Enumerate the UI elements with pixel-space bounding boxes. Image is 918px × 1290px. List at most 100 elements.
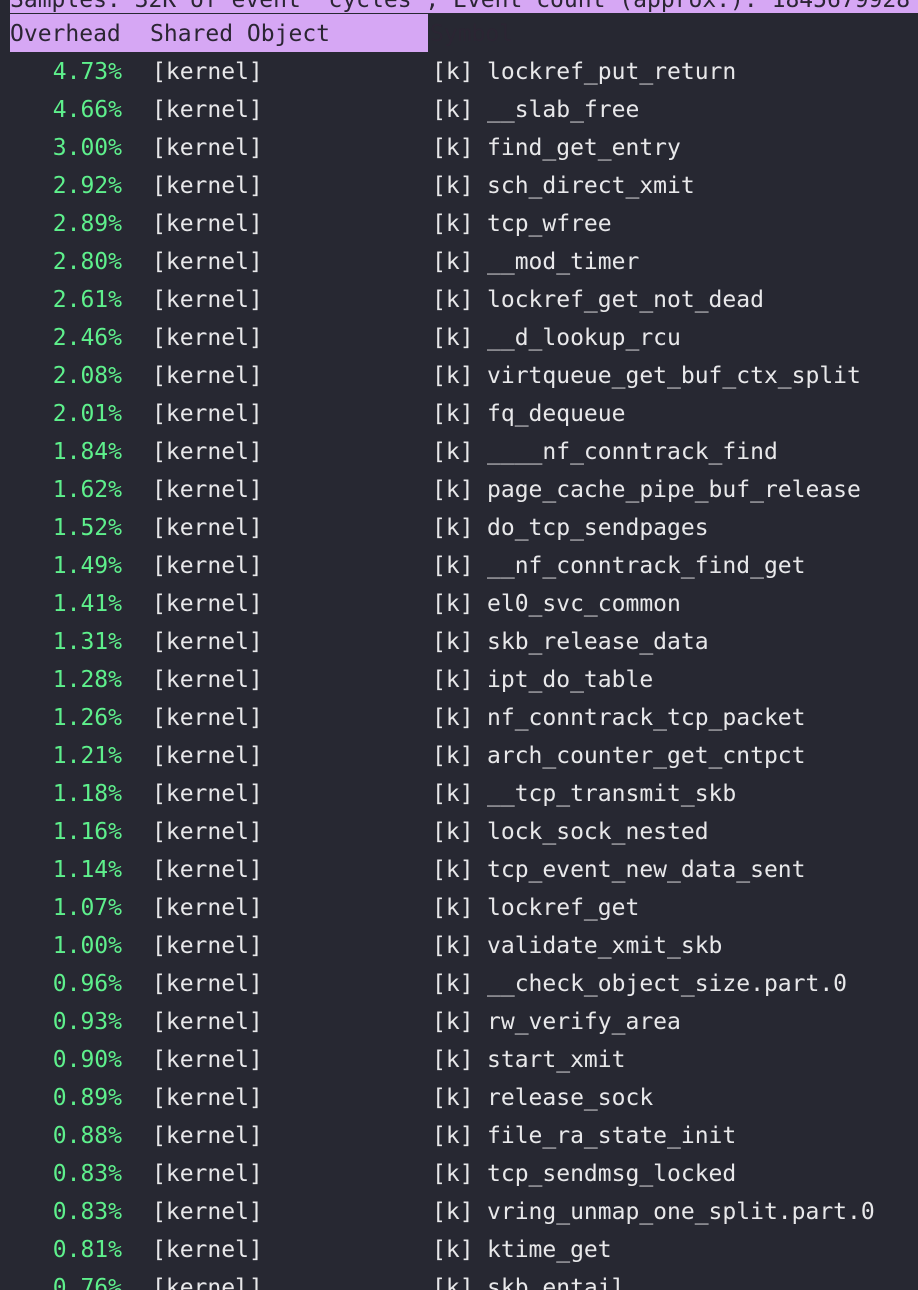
symbol-kind: [k] — [432, 1047, 474, 1073]
symbol-name: ipt_do_table — [487, 667, 654, 693]
table-row[interactable]: 4.73% [kernel] [k] lockref_put_return — [0, 53, 918, 91]
column-shared-object[interactable]: Shared Object — [150, 19, 330, 49]
symbol-kind: [k] — [432, 401, 474, 427]
overhead-value: 0.83% — [52, 1199, 122, 1225]
shared-object-value: [kernel] — [152, 1047, 263, 1073]
table-row[interactable]: 1.00% [kernel] [k] validate_xmit_skb — [0, 927, 918, 965]
symbol-kind: [k] — [432, 515, 474, 541]
table-row[interactable]: 0.96% [kernel] [k] __check_object_size.part… — [0, 965, 918, 1003]
overhead-value: 1.52% — [52, 515, 122, 541]
table-row[interactable]: 1.31% [kernel] [k] skb_release_data — [0, 623, 918, 661]
symbol-name: tcp_wfree — [487, 211, 612, 237]
overhead-value: 0.90% — [52, 1047, 122, 1073]
column-symbol[interactable]: Symbol — [430, 19, 513, 49]
symbol-kind: [k] — [432, 1237, 474, 1263]
table-row[interactable]: 0.88% [kernel] [k] file_ra_state_init — [0, 1117, 918, 1155]
shared-object-value: [kernel] — [152, 211, 263, 237]
overhead-value: 2.61% — [52, 287, 122, 313]
table-row[interactable]: 1.07% [kernel] [k] lockref_get — [0, 889, 918, 927]
table-row[interactable]: 1.62% [kernel] [k] page_cache_pipe_buf_rele… — [0, 471, 918, 509]
symbol-name: start_xmit — [487, 1047, 626, 1073]
table-row[interactable]: 0.76% [kernel] [k] skb_entail — [0, 1269, 918, 1290]
table-row[interactable]: 0.90% [kernel] [k] start_xmit — [0, 1041, 918, 1079]
symbol-kind: [k] — [432, 1161, 474, 1187]
table-row[interactable]: 1.14% [kernel] [k] tcp_event_new_data_sent — [0, 851, 918, 889]
symbol-name: ktime_get — [487, 1237, 612, 1263]
table-row[interactable]: 1.28% [kernel] [k] ipt_do_table — [0, 661, 918, 699]
symbol-name: page_cache_pipe_buf_release — [487, 477, 861, 503]
table-row[interactable]: 1.49% [kernel] [k] __nf_conntrack_find_get — [0, 547, 918, 585]
overhead-value: 0.81% — [52, 1237, 122, 1263]
symbol-kind: [k] — [432, 287, 474, 313]
symbol-kind: [k] — [432, 1199, 474, 1225]
shared-object-value: [kernel] — [152, 477, 263, 503]
symbol-name: virtqueue_get_buf_ctx_split — [487, 363, 861, 389]
table-row[interactable]: 0.93% [kernel] [k] rw_verify_area — [0, 1003, 918, 1041]
table-row[interactable]: 1.26% [kernel] [k] nf_conntrack_tcp_packet — [0, 699, 918, 737]
symbol-kind: [k] — [432, 705, 474, 731]
symbol-kind: [k] — [432, 439, 474, 465]
symbol-name: rw_verify_area — [487, 1009, 681, 1035]
shared-object-value: [kernel] — [152, 173, 263, 199]
overhead-value: 2.89% — [52, 211, 122, 237]
table-row[interactable]: 1.16% [kernel] [k] lock_sock_nested — [0, 813, 918, 851]
overhead-value: 1.00% — [52, 933, 122, 959]
symbol-name: skb_release_data — [487, 629, 709, 655]
shared-object-value: [kernel] — [152, 439, 263, 465]
shared-object-value: [kernel] — [152, 401, 263, 427]
table-row[interactable]: 0.89% [kernel] [k] release_sock — [0, 1079, 918, 1117]
symbol-kind: [k] — [432, 1009, 474, 1035]
shared-object-value: [kernel] — [152, 1237, 263, 1263]
table-row[interactable]: 2.92% [kernel] [k] sch_direct_xmit — [0, 167, 918, 205]
symbol-kind: [k] — [432, 781, 474, 807]
table-row[interactable]: 1.84% [kernel] [k] ____nf_conntrack_find — [0, 433, 918, 471]
symbol-name: vring_unmap_one_split.part.0 — [487, 1199, 875, 1225]
shared-object-value: [kernel] — [152, 933, 263, 959]
column-header: Overhead Shared Object Symbol — [10, 14, 513, 52]
table-row[interactable]: 4.66% [kernel] [k] __slab_free — [0, 91, 918, 129]
symbol-name: tcp_event_new_data_sent — [487, 857, 806, 883]
table-row[interactable]: 1.41% [kernel] [k] el0_svc_common — [0, 585, 918, 623]
table-row[interactable]: 2.08% [kernel] [k] virtqueue_get_buf_ctx_sp… — [0, 357, 918, 395]
table-row[interactable]: 1.18% [kernel] [k] __tcp_transmit_skb — [0, 775, 918, 813]
table-row[interactable]: 2.46% [kernel] [k] __d_lookup_rcu — [0, 319, 918, 357]
shared-object-value: [kernel] — [152, 629, 263, 655]
symbol-name: do_tcp_sendpages — [487, 515, 709, 541]
overhead-value: 0.76% — [52, 1275, 122, 1290]
table-row[interactable]: 3.00% [kernel] [k] find_get_entry — [0, 129, 918, 167]
overhead-value: 1.14% — [52, 857, 122, 883]
symbol-kind: [k] — [432, 895, 474, 921]
overhead-value: 2.80% — [52, 249, 122, 275]
table-row[interactable]: 1.52% [kernel] [k] do_tcp_sendpages — [0, 509, 918, 547]
symbol-kind: [k] — [432, 857, 474, 883]
table-row[interactable]: 2.01% [kernel] [k] fq_dequeue — [0, 395, 918, 433]
table-row[interactable]: 2.80% [kernel] [k] __mod_timer — [0, 243, 918, 281]
overhead-value: 1.16% — [52, 819, 122, 845]
symbol-kind: [k] — [432, 249, 474, 275]
table-row[interactable]: 0.81% [kernel] [k] ktime_get — [0, 1231, 918, 1269]
table-row[interactable]: 0.83% [kernel] [k] vring_unmap_one_split.pa… — [0, 1193, 918, 1231]
table-row[interactable]: 0.83% [kernel] [k] tcp_sendmsg_locked — [0, 1155, 918, 1193]
overhead-value: 0.88% — [52, 1123, 122, 1149]
overhead-value: 1.21% — [52, 743, 122, 769]
shared-object-value: [kernel] — [152, 363, 263, 389]
overhead-value: 2.08% — [52, 363, 122, 389]
shared-object-value: [kernel] — [152, 667, 263, 693]
symbol-name: lockref_get_not_dead — [487, 287, 764, 313]
shared-object-value: [kernel] — [152, 553, 263, 579]
overhead-value: 0.93% — [52, 1009, 122, 1035]
symbol-name: ____nf_conntrack_find — [487, 439, 778, 465]
table-row[interactable]: 1.21% [kernel] [k] arch_counter_get_cntpct — [0, 737, 918, 775]
overhead-value: 2.92% — [52, 173, 122, 199]
shared-object-value: [kernel] — [152, 59, 263, 85]
table-row[interactable]: 2.89% [kernel] [k] tcp_wfree — [0, 205, 918, 243]
symbol-name: lockref_get — [487, 895, 640, 921]
symbol-name: el0_svc_common — [487, 591, 681, 617]
symbol-name: release_sock — [487, 1085, 654, 1111]
symbol-kind: [k] — [432, 59, 474, 85]
symbol-name: skb_entail — [487, 1275, 626, 1290]
shared-object-value: [kernel] — [152, 1123, 263, 1149]
column-overhead[interactable]: Overhead — [10, 19, 121, 49]
summary-line: Samples: 32K of event 'cycles', Event co… — [10, 0, 918, 13]
table-row[interactable]: 2.61% [kernel] [k] lockref_get_not_dead — [0, 281, 918, 319]
